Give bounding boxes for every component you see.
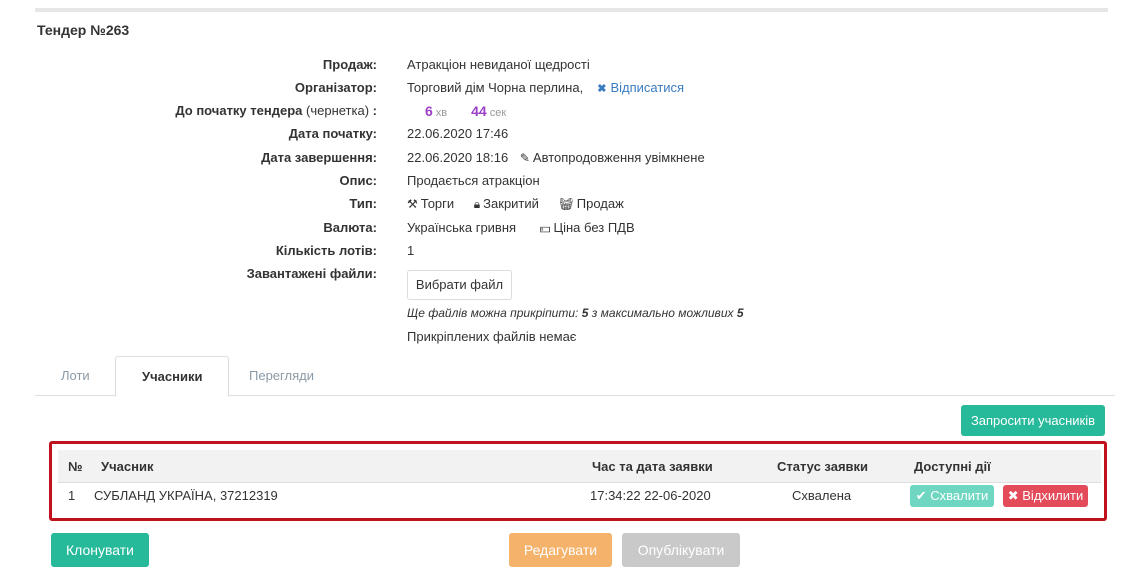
unsubscribe-link[interactable]: ✖ Відписатися [597,80,684,95]
top-divider [35,8,1108,12]
countdown-minutes-unit: хв [435,107,448,119]
sale-value: Атракціон невиданої щедрості [407,57,590,72]
invite-participants-button[interactable]: Запросити учасників [961,405,1105,436]
type-auction-label: Торги [420,196,455,211]
publish-button[interactable]: Опублікувати [622,533,740,567]
basket-icon: 🧺︎ [558,197,574,211]
info-row-countdown: До початку тендера (чернетка) : 6 хв 44 сек [0,103,1133,123]
countdown-label-colon: : [369,103,377,118]
countdown-label: До початку тендера (чернетка) : [175,103,377,118]
approve-label: Схвалити [930,488,989,503]
currency-value: Українська гривня [407,220,517,235]
column-header-actions: Доступні дії [914,459,991,474]
info-row-files: Завантажені файли: [0,266,1133,286]
currency-label: Валюта: [323,220,377,235]
column-header-status: Статус заявки [777,459,869,474]
type-label: Тип: [349,196,377,211]
lots-count-label: Кількість лотів: [275,243,377,258]
type-closed-label: Закритий [483,196,539,211]
reject-label: Відхилити [1022,488,1084,503]
tabs-bar: Лоти Учасники Перегляди [35,356,1115,397]
files-label: Завантажені файли: [246,266,377,281]
unsubscribe-label: Відписатися [610,80,685,95]
end-date-value: 22.06.2020 18:16 [407,150,509,165]
row-time: 17:34:22 22-06-2020 [590,488,711,503]
tab-lots[interactable]: Лоти [35,356,116,396]
tab-views[interactable]: Перегляди [223,356,340,396]
column-header-participant: Учасник [101,459,154,474]
row-num: 1 [68,488,76,503]
page-title: Тендер №263 [37,22,130,38]
vat-info: 💵︎ Ціна без ПДВ [540,220,635,235]
description-label: Опис: [339,173,377,188]
no-files-text: Прикріплених файлів немає [407,329,577,344]
lots-count-value: 1 [407,243,415,258]
type-closed: 🔒︎ Закритий [474,196,539,211]
end-date-label: Дата завершення: [261,150,377,165]
vat-label: Ціна без ПДВ [553,220,635,235]
column-header-num: № [68,459,83,474]
start-date-value: 22.06.2020 17:46 [407,126,509,141]
participants-table: № Учасник Час та дата заявки Статус заяв… [49,441,1107,521]
sale-label: Продаж: [322,57,377,72]
currency-wrap: Українська гривня 💵︎ Ціна без ПДВ [407,220,635,236]
info-row-end-date: Дата завершення: 22.06.2020 18:16 ✎ Автоп… [0,150,1133,170]
description-value: Продається атракціон [407,173,540,188]
type-auction: ⚒ Торги [407,196,454,211]
edit-button[interactable]: Редагувати [509,533,612,567]
countdown-label-note: (чернетка) [306,103,370,118]
organizer-label: Організатор: [294,80,377,95]
files-note-prefix: Ще файлів можна прикріпити: [407,306,579,320]
auto-extension: ✎ Автопродовження увімкнене [520,150,705,165]
auto-extension-label: Автопродовження увімкнене [532,150,705,165]
files-note-middle: з максимально можливих [591,306,734,320]
start-date-label: Дата початку: [288,126,377,141]
choose-file-button[interactable]: Вибрати файл [407,270,512,300]
type-values: ⚒ Торги 🔒︎ Закритий 🧺︎ Продаж [407,196,624,212]
countdown-minutes: 6 [425,103,433,119]
reject-button[interactable]: ✖ Відхилити [1003,485,1088,507]
organizer-value-wrap: Торговий дім Чорна перлина, ✖ Відписатися [407,80,684,95]
info-row-currency: Валюта: Українська гривня 💵︎ Ціна без ПДВ [0,220,1133,240]
clone-button[interactable]: Клонувати [51,533,149,567]
info-row-start-date: Дата початку: 22.06.2020 17:46 [0,126,1133,146]
pencil-icon: ✎ [519,151,530,165]
close-icon: ✖ [1007,488,1019,503]
organizer-value: Торговий дім Чорна перлина, [407,80,584,95]
money-icon: 💵︎ [539,221,551,235]
row-participant: СУБЛАНД УКРАЇНА, 37212319 [94,488,278,503]
countdown-seconds-unit: сек [489,107,507,119]
files-max: 5 [736,306,744,320]
type-sale-label: Продаж [576,196,624,211]
tab-participants[interactable]: Учасники [115,356,230,397]
info-row-description: Опис: Продається атракціон [0,173,1133,193]
info-row-sale: Продаж: Атракціон невиданої щедрості [0,57,1133,77]
approve-button[interactable]: ✔ Схвалити [910,485,994,507]
lock-icon: 🔒︎ [473,197,481,211]
close-icon: ✖ [597,83,607,95]
files-remaining: 5 [581,306,589,320]
check-icon: ✔ [915,488,927,503]
end-date-wrap: 22.06.2020 18:16 ✎ Автопродовження увімкн… [407,150,705,165]
gavel-icon: ⚒ [407,197,418,211]
info-row-organizer: Організатор: Торговий дім Чорна перлина,… [0,80,1133,100]
info-row-lots-count: Кількість лотів: 1 [0,243,1133,263]
table-header: № Учасник Час та дата заявки Статус заяв… [58,450,1101,483]
info-row-type: Тип: ⚒ Торги 🔒︎ Закритий 🧺︎ Продаж [0,196,1133,216]
countdown-seconds: 44 [471,103,487,119]
countdown-label-text: До початку тендера [175,103,303,118]
type-sale: 🧺︎ Продаж [559,196,624,211]
files-limit-note: Ще файлів можна прикріпити: 5 з максимал… [407,306,744,320]
column-header-time: Час та дата заявки [592,459,713,474]
row-status: Схвалена [792,488,852,503]
countdown-value: 6 хв 44 сек [425,103,506,119]
